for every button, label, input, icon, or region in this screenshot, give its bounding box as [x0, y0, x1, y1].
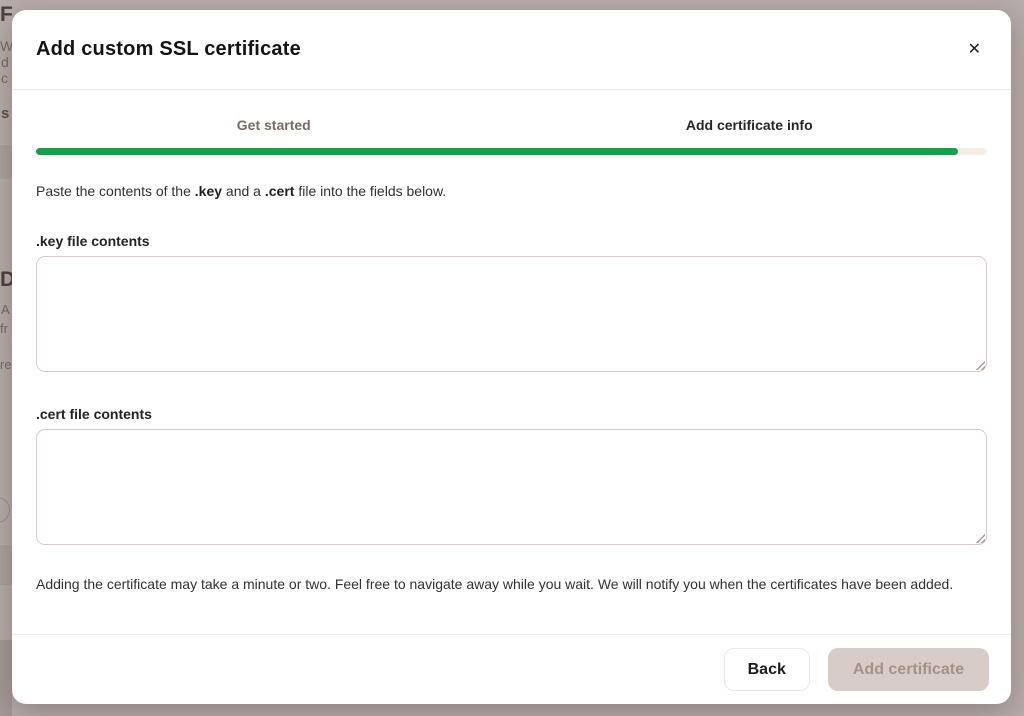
background-text-fragment: F: [0, 3, 13, 27]
background-band: [0, 145, 12, 179]
back-button[interactable]: Back: [724, 648, 810, 691]
background-text-fragment: s: [1, 105, 9, 122]
dialog-title: Add custom SSL certificate: [36, 38, 301, 61]
key-file-textarea[interactable]: [36, 256, 987, 372]
cert-file-textarea[interactable]: [36, 429, 987, 545]
intro-cert-token: .cert: [265, 183, 295, 199]
background-avatar-fragment: [0, 497, 10, 523]
note-text: Adding the certificate may take a minute…: [36, 573, 987, 595]
close-icon[interactable]: ✕: [962, 38, 987, 62]
background-text-fragment: c: [1, 70, 8, 86]
background-text-fragment: fr: [0, 321, 8, 336]
dialog-header: Add custom SSL certificate ✕: [12, 10, 1011, 90]
intro-text: Paste the contents of the .key and a .ce…: [36, 183, 987, 199]
add-certificate-button[interactable]: Add certificate: [828, 648, 989, 691]
background-text-fragment: re: [0, 357, 12, 372]
dialog-footer: Back Add certificate: [12, 634, 1011, 704]
key-file-label: .key file contents: [36, 233, 987, 249]
stepper: Get started Add certificate info: [12, 90, 1011, 155]
add-ssl-certificate-dialog: Add custom SSL certificate ✕ Get started…: [12, 10, 1011, 704]
intro-key-token: .key: [195, 183, 222, 199]
cert-file-label: .cert file contents: [36, 406, 987, 422]
cert-file-field: [36, 429, 987, 545]
step-labels: Get started Add certificate info: [36, 117, 987, 133]
dialog-body: Paste the contents of the .key and a .ce…: [12, 183, 1011, 595]
background-text-fragment: d: [1, 54, 9, 70]
step-add-certificate-info: Add certificate info: [512, 117, 988, 133]
background-text-fragment: A: [1, 302, 10, 317]
progress-bar: [36, 148, 987, 155]
background-band: [0, 545, 12, 585]
step-get-started: Get started: [36, 117, 512, 133]
intro-part: Paste the contents of the: [36, 183, 195, 199]
background-band: [0, 640, 12, 716]
intro-part: file into the fields below.: [294, 183, 446, 199]
intro-part: and a: [222, 183, 265, 199]
key-file-field: [36, 256, 987, 372]
progress-fill: [36, 148, 958, 155]
